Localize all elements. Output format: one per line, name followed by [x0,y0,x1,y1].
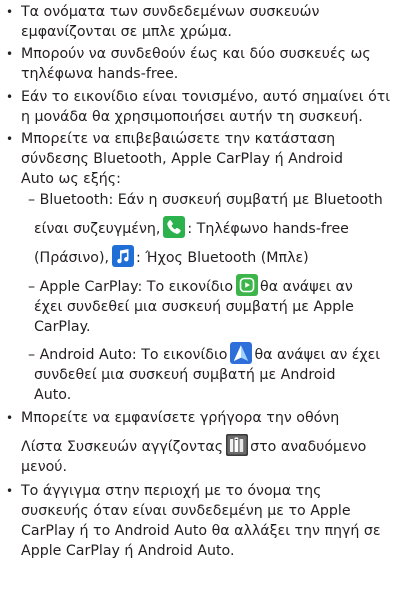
sub-android-line-2: συνδεθεί μια συσκευή συμβατή με Android [34,367,336,383]
bullet-marker: • [6,5,14,19]
bullet-1-line-2: εμφανίζονται σε μπλε χρώμα. [21,24,232,40]
sub-carplay-text-2: θα ανάψει αν [260,279,353,295]
bullet-4-line-1: Μπορείτε να επιβεβαιώσετε την κατάσταση [21,131,336,147]
sub-bluetooth-text: είναι συζευγμένη, [34,221,161,237]
sub-bluetooth-line-3: (Πράσινο), : Ήχος Bluetooth (Μπλε) [34,245,309,267]
bullet-1-line-1: Τα ονόματα των συνδεδεμένων συσκευών [21,4,320,20]
sub-carplay-line-2: έχει συνδεθεί μια συσκευή συμβατή με App… [34,299,354,315]
bullet-6-line-1: Το άγγιγμα στην περιοχή με το όνομα της [21,483,322,499]
sub-carplay-text: – Apple CarPlay: Το εικονίδιο [28,279,234,295]
device-list-icon [226,434,249,456]
sub-carplay-line-3: CarPlay. [34,319,91,335]
bullet-marker: • [6,484,14,498]
bullet-6-line-3: CarPlay ή το Android Auto θα αλλάξει την… [21,523,381,539]
bullet-6-line-2: συσκευής όταν είναι συνδεδεμένη με το Ap… [21,503,351,519]
bullet-5-line-1: Μπορείτε να εμφανίσετε γρήγορα την οθόνη [21,410,340,426]
bullet-6-line-4: Apple CarPlay ή Android Auto. [21,543,235,559]
bullet-marker: • [6,132,14,146]
bullet-marker: • [6,47,14,61]
bullet-4-line-3: Auto ως εξής: [21,171,121,187]
bullet-5-text-2: στο αναδυόμενο [250,439,367,455]
sub-android-text: – Android Auto: Το εικονίδιο [28,347,228,363]
sub-bluetooth-line-1: – Bluetooth: Εάν η συσκευή συμβατή με Bl… [28,192,383,208]
phone-icon [163,216,186,238]
bullet-5-line-2: Λίστα Συσκευών αγγίζοντας στο αναδυόμενο [21,434,367,456]
sub-android-line-3: Auto. [34,387,72,403]
music-note-icon [112,245,135,267]
bullet-2-line-1: Μπορούν να συνδεθούν έως και δύο συσκευέ… [21,46,371,62]
bullet-3-line-1: Εάν το εικονίδιο είναι τονισμένο, αυτό σ… [21,89,391,105]
sub-bluetooth-audio-text: : Ήχος Bluetooth (Μπλε) [136,250,309,266]
sub-android-text-2: θα ανάψει αν έχει [254,347,381,363]
bullet-2-line-2: τηλέφωνα hands-free. [21,66,179,82]
bullet-3-line-2: η μονάδα θα χρησιμοποιήσει αυτήν τη συσκ… [21,109,363,125]
carplay-icon [236,274,259,296]
manual-page: • Τα ονόματα των συνδεδεμένων συσκευών ε… [0,0,402,603]
sub-bluetooth-line-2: είναι συζευγμένη, : Τηλέφωνο hands-free [34,216,349,238]
sub-carplay-line-1: – Apple CarPlay: Το εικονίδιο θα ανάψει … [28,274,353,296]
sub-bluetooth-phone-text: : Τηλέφωνο hands-free [187,221,349,237]
bullet-marker: • [6,411,14,425]
sub-android-line-1: – Android Auto: Το εικονίδιο θα ανάψει α… [28,342,381,364]
sub-bluetooth-green-text: (Πράσινο), [34,250,110,266]
bullet-4-line-2: σύνδεσης Bluetooth, Apple CarPlay ή Andr… [21,151,343,167]
bullet-5-line-3: μενού. [21,459,68,475]
bullet-5-text: Λίστα Συσκευών αγγίζοντας [21,439,224,455]
android-auto-icon [230,342,253,364]
bullet-marker: • [6,90,14,104]
